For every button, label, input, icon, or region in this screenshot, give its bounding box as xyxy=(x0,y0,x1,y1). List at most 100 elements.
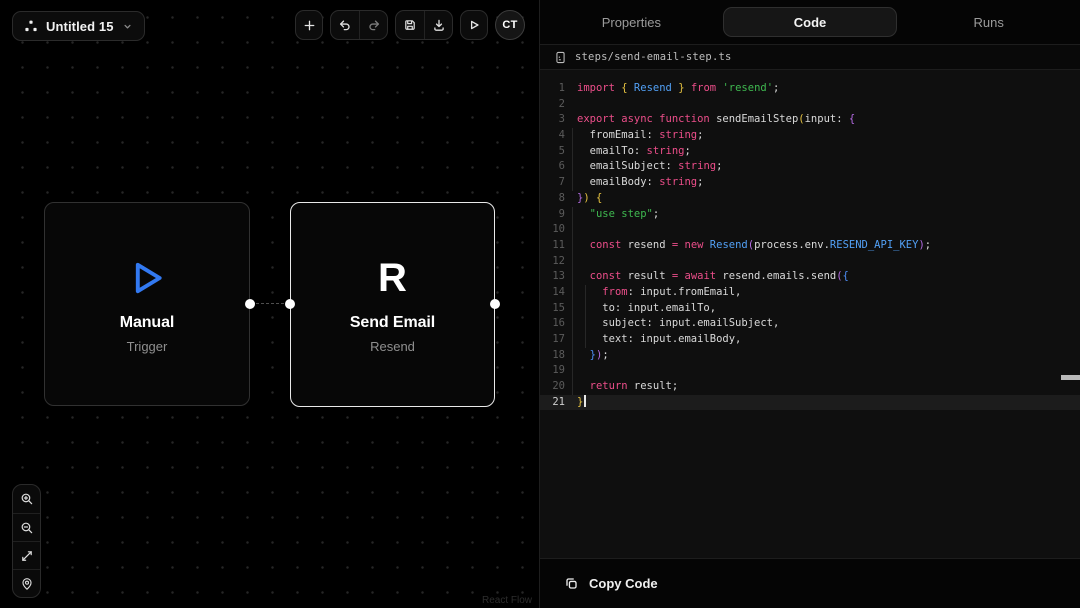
indent-guide xyxy=(572,363,573,379)
redo-icon xyxy=(367,18,381,32)
workflow-name-button[interactable]: Untitled 15 xyxy=(12,11,145,41)
play-trigger-icon xyxy=(124,255,170,301)
tab-runs[interactable]: Runs xyxy=(901,7,1076,37)
copy-icon xyxy=(564,576,579,591)
copy-code-label: Copy Code xyxy=(589,576,658,591)
code-line[interactable]: 17 text: input.emailBody, xyxy=(540,332,1080,348)
code-line[interactable]: 6 emailSubject: string; xyxy=(540,159,1080,175)
indent-guide xyxy=(572,207,573,223)
download-button[interactable] xyxy=(424,11,452,39)
code-line[interactable]: 9 "use step"; xyxy=(540,207,1080,223)
line-content: text: input.emailBody, xyxy=(572,332,1080,348)
node-subtitle: Resend xyxy=(370,339,415,354)
indent-guide xyxy=(572,332,573,348)
add-node-button[interactable] xyxy=(295,10,323,40)
code-line[interactable]: 11 const resend = new Resend(process.env… xyxy=(540,238,1080,254)
edge-manual-to-send-email[interactable] xyxy=(256,303,284,304)
save-export-group xyxy=(395,10,453,40)
line-number: 2 xyxy=(540,97,572,113)
save-icon xyxy=(403,18,417,32)
line-content xyxy=(572,222,1080,238)
code-line[interactable]: 12 xyxy=(540,254,1080,270)
node-title: Manual xyxy=(120,314,175,332)
tab-code[interactable]: Code xyxy=(723,7,898,37)
zoom-out-icon xyxy=(20,521,34,535)
file-path: steps/send-email-step.ts xyxy=(575,51,732,63)
code-line[interactable]: 18 }); xyxy=(540,348,1080,364)
zoom-out-button[interactable] xyxy=(13,513,40,541)
zoom-in-icon xyxy=(20,492,34,506)
line-number: 19 xyxy=(540,363,572,379)
line-number: 15 xyxy=(540,301,572,317)
line-number: 10 xyxy=(540,222,572,238)
line-number: 20 xyxy=(540,379,572,395)
line-content: const resend = new Resend(process.env.RE… xyxy=(572,238,1080,254)
plus-icon xyxy=(302,18,317,33)
user-avatar[interactable]: CT xyxy=(495,10,525,40)
line-content: }); xyxy=(572,348,1080,364)
undo-icon xyxy=(338,18,352,32)
line-content: } xyxy=(572,395,1080,411)
line-content xyxy=(572,254,1080,270)
workflow-icon xyxy=(24,19,38,33)
locate-button[interactable] xyxy=(13,569,40,597)
handle-send-email-target[interactable] xyxy=(285,299,295,309)
line-number: 13 xyxy=(540,269,572,285)
run-icon xyxy=(467,18,481,32)
code-line[interactable]: 8}) { xyxy=(540,191,1080,207)
save-button[interactable] xyxy=(396,11,424,39)
code-line[interactable]: 4 fromEmail: string; xyxy=(540,128,1080,144)
node-manual-trigger[interactable]: Manual Trigger xyxy=(44,202,250,406)
indent-guide xyxy=(585,301,586,317)
code-line[interactable]: 15 to: input.emailTo, xyxy=(540,301,1080,317)
indent-guide xyxy=(572,254,573,270)
code-line[interactable]: 21} xyxy=(540,395,1080,411)
copy-code-bar: Copy Code xyxy=(540,558,1080,608)
code-line[interactable]: 20 return result; xyxy=(540,379,1080,395)
overview-ruler-cursor-marker xyxy=(1061,375,1080,380)
workflow-canvas[interactable]: Untitled 15 xyxy=(0,0,540,608)
undo-button[interactable] xyxy=(331,11,359,39)
indent-guide xyxy=(572,316,573,332)
code-line[interactable]: 14 from: input.fromEmail, xyxy=(540,285,1080,301)
code-line[interactable]: 2 xyxy=(540,97,1080,113)
code-line[interactable]: 19 xyxy=(540,363,1080,379)
line-number: 17 xyxy=(540,332,572,348)
indent-guide xyxy=(572,301,573,317)
line-number: 5 xyxy=(540,144,572,160)
code-line[interactable]: 1import { Resend } from 'resend'; xyxy=(540,81,1080,97)
text-cursor xyxy=(584,395,586,407)
line-content: "use step"; xyxy=(572,207,1080,223)
react-flow-attribution[interactable]: React Flow xyxy=(482,595,532,606)
copy-code-button[interactable]: Copy Code xyxy=(564,576,658,591)
location-pin-icon xyxy=(20,577,34,591)
node-send-email[interactable]: R Send Email Resend xyxy=(290,202,495,407)
indent-guide xyxy=(572,348,573,364)
code-line[interactable]: 3export async function sendEmailStep(inp… xyxy=(540,112,1080,128)
handle-send-email-source[interactable] xyxy=(490,299,500,309)
redo-button[interactable] xyxy=(359,11,387,39)
tab-properties[interactable]: Properties xyxy=(544,7,719,37)
line-number: 18 xyxy=(540,348,572,364)
handle-manual-source[interactable] xyxy=(245,299,255,309)
line-content: import { Resend } from 'resend'; xyxy=(572,81,1080,97)
workflow-name-label: Untitled 15 xyxy=(46,19,114,34)
indent-guide xyxy=(585,285,586,301)
code-line[interactable]: 10 xyxy=(540,222,1080,238)
indent-guide xyxy=(572,238,573,254)
code-line[interactable]: 5 emailTo: string; xyxy=(540,144,1080,160)
code-line[interactable]: 7 emailBody: string; xyxy=(540,175,1080,191)
code-editor[interactable]: 1import { Resend } from 'resend';23expor… xyxy=(540,70,1080,558)
indent-guide xyxy=(572,128,573,144)
zoom-in-button[interactable] xyxy=(13,485,40,513)
indent-guide xyxy=(572,285,573,301)
line-content: to: input.emailTo, xyxy=(572,301,1080,317)
file-breadcrumb: steps/send-email-step.ts xyxy=(540,44,1080,70)
line-number: 9 xyxy=(540,207,572,223)
panel-tabs: Properties Code Runs xyxy=(540,0,1080,44)
code-line[interactable]: 16 subject: input.emailSubject, xyxy=(540,316,1080,332)
run-workflow-button[interactable] xyxy=(460,10,488,40)
code-line[interactable]: 13 const result = await resend.emails.se… xyxy=(540,269,1080,285)
fit-view-button[interactable] xyxy=(13,541,40,569)
line-content xyxy=(572,97,1080,113)
